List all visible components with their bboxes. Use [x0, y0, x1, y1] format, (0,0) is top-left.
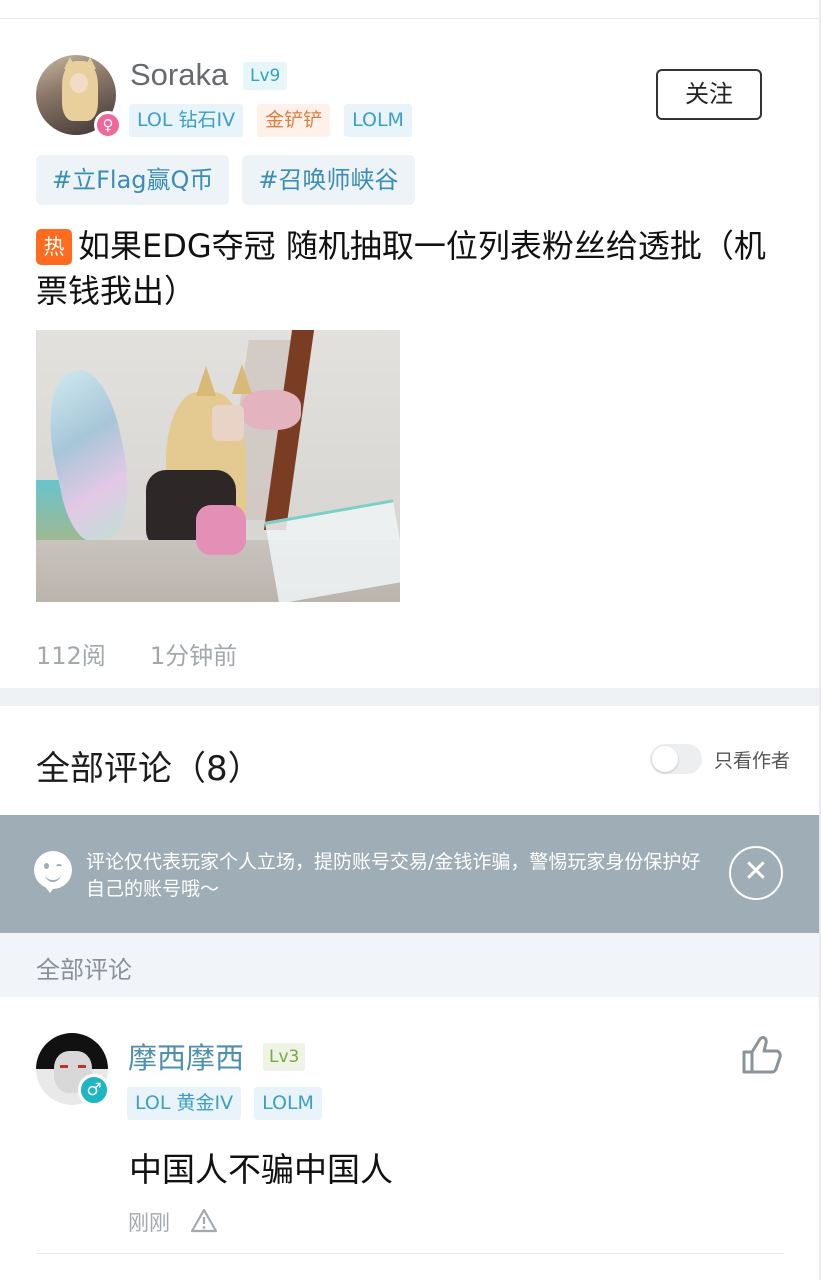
author-tags: LOL 钻石IV 金铲铲 LOLM	[129, 104, 412, 137]
author-level-badge: Lv9	[243, 62, 288, 90]
view-count: 112阅	[36, 642, 106, 670]
comments-header: 全部评论（8） 只看作者	[0, 706, 821, 814]
post-author: ♀ Soraka Lv9 LOL 钻石IV 金铲铲 LOLM 关注	[36, 55, 786, 145]
male-icon: ♂	[78, 1074, 110, 1106]
comments-title: 全部评论（8）	[36, 749, 262, 789]
topic-flag[interactable]: #立Flag赢Q币	[36, 155, 230, 205]
author-only-label: 只看作者	[714, 749, 791, 772]
comment-meta: 刚刚	[128, 1207, 218, 1237]
comment-item: ♂ 摩西摩西 Lv3 LOL 黄金IV LOLM 中国人不骗中国人 刚刚	[0, 997, 821, 1280]
author-only-filter[interactable]: 只看作者	[650, 744, 790, 774]
warning-icon[interactable]	[190, 1208, 218, 1237]
comments-subheader: 全部评论	[0, 933, 821, 997]
page: ♀ Soraka Lv9 LOL 钻石IV 金铲铲 LOLM 关注 #立Flag…	[0, 0, 821, 1280]
safety-notice: 评论仅代表玩家个人立场，提防账号交易/金钱诈骗，警惕玩家身份保护好自己的账号哦～…	[0, 815, 821, 933]
topic-summoners-rift[interactable]: #召唤师峡谷	[242, 155, 415, 205]
comment-divider	[36, 1253, 784, 1254]
post-title-text: 如果EDG夺冠 随机抽取一位列表粉丝给透批（机票钱我出）	[36, 227, 766, 310]
commenter-tag-lol: LOL 黄金IV	[127, 1087, 242, 1120]
author-tag-tft: 金铲铲	[257, 104, 331, 137]
post-meta: 112阅 1分钟前	[36, 636, 237, 671]
female-icon: ♀	[94, 111, 122, 139]
thumbs-up-icon[interactable]	[741, 1035, 783, 1075]
commenter-level-badge: Lv3	[263, 1043, 306, 1071]
commenter-tag-lolm: LOLM	[254, 1087, 322, 1120]
post-image[interactable]	[36, 330, 400, 602]
comments-subheader-label: 全部评论	[36, 956, 132, 984]
top-border	[0, 0, 821, 19]
smile-chat-icon	[34, 851, 72, 893]
hot-icon: 热	[36, 229, 72, 265]
commenter-tags: LOL 黄金IV LOLM	[127, 1087, 322, 1120]
follow-button[interactable]: 关注	[656, 69, 762, 120]
comment-text: 中国人不骗中国人	[129, 1150, 393, 1189]
commenter-name[interactable]: 摩西摩西	[128, 1035, 244, 1077]
post-title: 热如果EDG夺冠 随机抽取一位列表粉丝给透批（机票钱我出）	[36, 224, 786, 314]
author-name[interactable]: Soraka	[130, 57, 228, 93]
author-only-toggle[interactable]	[650, 744, 702, 774]
author-tag-lol: LOL 钻石IV	[129, 104, 244, 137]
close-icon[interactable]: ✕	[729, 846, 783, 900]
comment-time: 刚刚	[128, 1211, 170, 1235]
topic-list: #立Flag赢Q币 #召唤师峡谷	[36, 155, 415, 205]
post-time: 1分钟前	[149, 642, 238, 670]
section-divider	[0, 688, 821, 706]
notice-text: 评论仅代表玩家个人立场，提防账号交易/金钱诈骗，警惕玩家身份保护好自己的账号哦～	[86, 851, 701, 900]
author-tag-lolm: LOLM	[344, 104, 412, 137]
author-avatar[interactable]: ♀	[36, 55, 122, 139]
